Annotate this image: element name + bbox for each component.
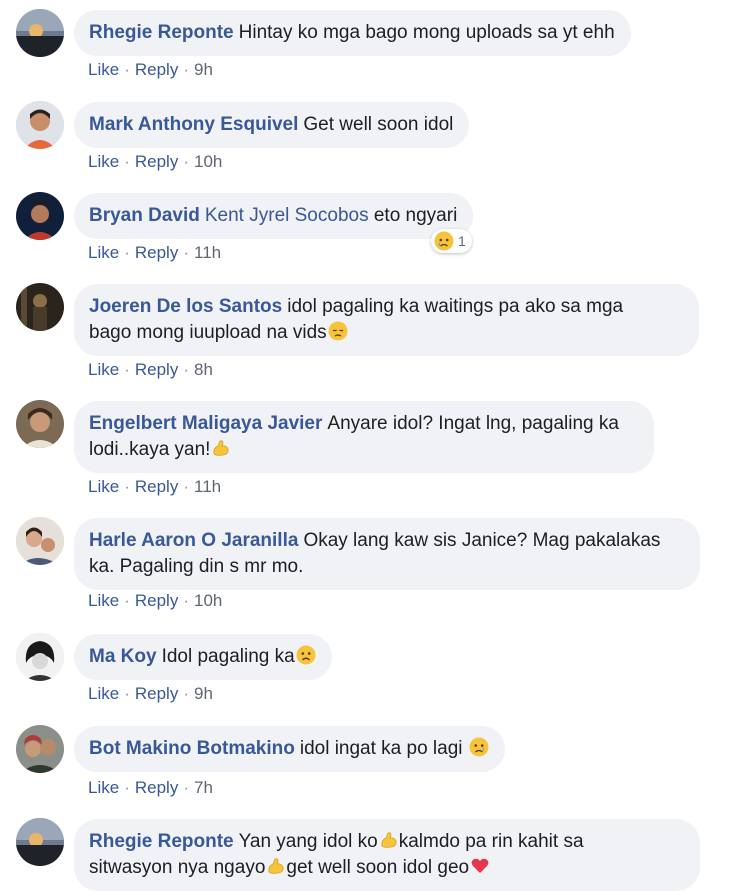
heart-icon	[471, 858, 489, 873]
comment-author[interactable]: Bot Makino Botmakino	[89, 738, 295, 759]
avatar[interactable]	[16, 101, 64, 149]
comment-time[interactable]: 9h	[194, 684, 213, 703]
reaction-badge[interactable]: 1	[431, 229, 472, 253]
like-button[interactable]: Like	[88, 152, 119, 171]
comment-text: lodi..kaya yan!	[89, 439, 211, 460]
comment-text: idol pagaling ka waitings pa ako sa mga	[287, 296, 624, 317]
reply-button[interactable]: Reply	[135, 360, 178, 379]
comment-author[interactable]: Joeren De los Santos	[89, 296, 282, 317]
pensive-face-icon	[328, 321, 348, 341]
comment-text: Anyare idol? Ingat lng, pagaling ka	[327, 413, 619, 434]
like-button[interactable]: Like	[88, 477, 119, 496]
avatar[interactable]	[16, 400, 64, 448]
reply-button[interactable]: Reply	[135, 477, 178, 496]
comment-author[interactable]: Bryan David	[89, 205, 200, 226]
comment-author[interactable]: Mark Anthony Esquivel	[89, 114, 298, 135]
sad-reaction-icon	[434, 231, 454, 251]
comment-actions: Like · Reply · 11h	[88, 477, 222, 496]
comment-time[interactable]: 10h	[194, 591, 222, 610]
comment-time[interactable]: 10h	[194, 152, 222, 171]
avatar[interactable]	[16, 633, 64, 681]
comment-time[interactable]: 9h	[194, 60, 213, 79]
comment-text: Get well soon idol	[303, 114, 454, 135]
comment-author[interactable]: Rhegie Reponte	[89, 22, 234, 43]
comment-bubble: Rhegie Reponte Hintay ko mga bago mong up…	[74, 10, 631, 56]
reaction-count: 1	[458, 233, 466, 249]
reply-button[interactable]: Reply	[135, 778, 178, 797]
comment-actions: Like · Reply · 9h	[88, 684, 213, 703]
like-button[interactable]: Like	[88, 243, 119, 262]
comment-text: Idol pagaling ka	[161, 646, 295, 667]
flexed-biceps-icon	[213, 440, 230, 456]
comment-time[interactable]: 7h	[194, 778, 213, 797]
comment-text: sitwasyon nya ngayo	[89, 857, 266, 878]
comment-text: Okay lang kaw sis Janice? Mag pakalakas	[303, 530, 661, 551]
comment-author[interactable]: Engelbert Maligaya Javier	[89, 413, 322, 434]
flexed-biceps-icon	[381, 832, 397, 848]
reply-button[interactable]: Reply	[135, 684, 178, 703]
crying-face-icon	[469, 737, 489, 757]
like-button[interactable]: Like	[88, 591, 119, 610]
comment-bubble: Ma Koy Idol pagaling ka	[74, 634, 332, 680]
comment-actions: Like · Reply · 10h	[88, 152, 223, 171]
comment-time[interactable]: 8h	[194, 360, 213, 379]
reply-button[interactable]: Reply	[135, 243, 178, 262]
avatar[interactable]	[16, 9, 64, 57]
comment-actions: Like · Reply · 9h	[88, 60, 213, 79]
avatar[interactable]	[16, 818, 64, 866]
comment-bubble: Harle Aaron O Jaranilla Okay lang kaw sis…	[74, 518, 700, 590]
comment-bubble: Engelbert Maligaya Javier Anyare idol? In…	[74, 401, 654, 473]
comment-time[interactable]: 11h	[194, 477, 221, 496]
reply-button[interactable]: Reply	[135, 152, 178, 171]
comment-actions: Like · Reply · 10h	[88, 591, 223, 610]
comment-text: bago mong iuupload na vids	[89, 322, 327, 343]
comment-bubble: Rhegie Reponte Yan yang idol ko kalmdo pa …	[74, 819, 700, 891]
comment-actions: Like · Reply · 7h	[88, 778, 213, 797]
avatar[interactable]	[16, 517, 64, 565]
comment-actions: Like · Reply · 8h	[88, 360, 213, 379]
comment-bubble: Mark Anthony Esquivel Get well soon idol	[74, 102, 470, 148]
comment-text: kalmdo pa rin kahit sa	[398, 831, 584, 852]
comment-author[interactable]: Harle Aaron O Jaranilla	[89, 530, 298, 551]
reply-button[interactable]: Reply	[135, 591, 178, 610]
avatar[interactable]	[16, 283, 64, 331]
comment-author[interactable]: Ma Koy	[89, 646, 157, 667]
comment-text: Yan yang idol ko	[238, 831, 378, 852]
flexed-biceps-icon	[268, 858, 284, 874]
comment-bubble: Bryan David Kent Jyrel Socobos eto ngyari	[74, 193, 474, 239]
sad-face-icon	[296, 645, 316, 665]
comment-text: get well soon idol geo	[286, 857, 470, 878]
comment-author[interactable]: Rhegie Reponte	[89, 831, 234, 852]
comment-actions: Like · Reply · 11h	[88, 243, 222, 262]
comment-text: idol ingat ka po lagi	[299, 738, 463, 759]
comment-time[interactable]: 11h	[194, 243, 221, 262]
comment-bubble: Joeren De los Santos idol pagaling ka wai…	[74, 284, 699, 356]
reply-button[interactable]: Reply	[135, 60, 178, 79]
mention-link[interactable]: Kent Jyrel Socobos	[205, 205, 369, 226]
comment-text: eto ngyari	[373, 205, 458, 226]
comment-bubble: Bot Makino Botmakino idol ingat ka po lag…	[74, 726, 505, 772]
like-button[interactable]: Like	[88, 360, 119, 379]
like-button[interactable]: Like	[88, 684, 119, 703]
avatar[interactable]	[16, 192, 64, 240]
avatar[interactable]	[16, 725, 64, 773]
like-button[interactable]: Like	[88, 60, 119, 79]
comment-text: Hintay ko mga bago mong uploads sa yt eh…	[238, 22, 615, 43]
like-button[interactable]: Like	[88, 778, 119, 797]
comment-text: ka. Pagaling din s mr mo.	[89, 556, 304, 577]
